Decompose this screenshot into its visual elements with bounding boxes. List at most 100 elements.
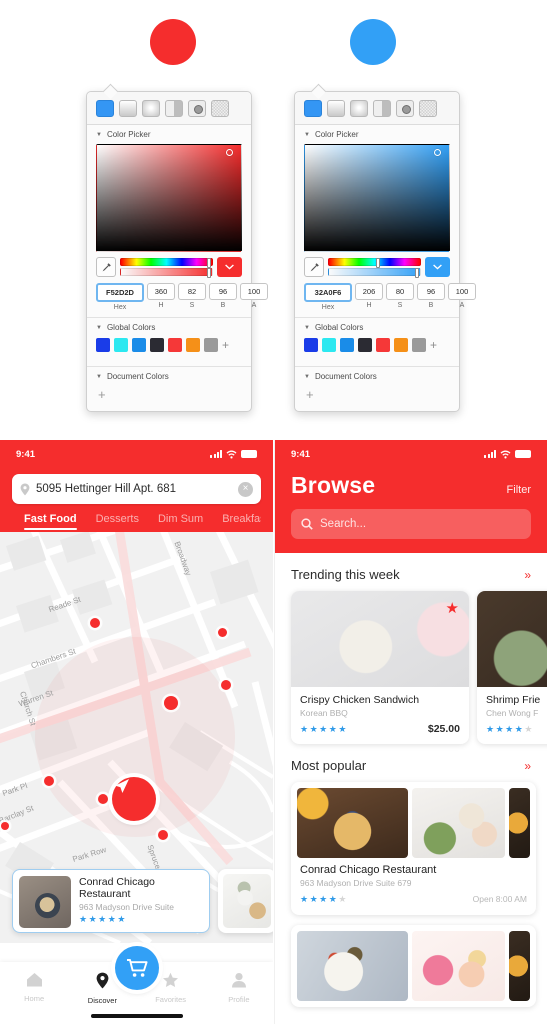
global-swatch[interactable]: [150, 338, 164, 352]
global-swatch[interactable]: [412, 338, 426, 352]
add-document-color-button[interactable]: +: [295, 386, 459, 411]
global-colors-section-header[interactable]: ▼ Global Colors: [295, 318, 459, 337]
global-swatch[interactable]: [96, 338, 110, 352]
food-card[interactable]: ★ Crispy Chicken Sandwich Korean BBQ ★ ★ ★…: [291, 591, 469, 744]
hue-slider[interactable]: [328, 258, 421, 268]
hue-handle[interactable]: [376, 258, 381, 268]
browse-content[interactable]: Trending this week » ★ Crispy Chicken Sa…: [275, 553, 547, 1024]
angular-gradient-tab[interactable]: [373, 100, 391, 117]
pattern-fill-tab[interactable]: [396, 100, 414, 117]
see-more-chevron-icon[interactable]: »: [524, 568, 531, 582]
sv-handle[interactable]: [226, 149, 233, 156]
alpha-handle[interactable]: [207, 268, 211, 278]
hue-value[interactable]: 206: [355, 283, 383, 300]
map-pin-dot[interactable]: [164, 696, 178, 710]
noise-fill-tab[interactable]: [419, 100, 437, 117]
sidebar-item-profile[interactable]: Profile: [216, 972, 262, 1004]
brightness-value[interactable]: 96: [209, 283, 237, 300]
filter-button[interactable]: Filter: [507, 484, 531, 496]
global-swatch[interactable]: [358, 338, 372, 352]
alpha-slider[interactable]: [328, 268, 421, 278]
saturation-brightness-area[interactable]: [96, 144, 242, 252]
sv-handle[interactable]: [434, 149, 441, 156]
saturation-field[interactable]: 80 S: [386, 283, 414, 311]
pattern-fill-tab[interactable]: [188, 100, 206, 117]
food-card[interactable]: Shrimp Frie Chen Wong F ★ ★ ★ ★ ★: [477, 591, 547, 744]
hue-handle[interactable]: [207, 258, 211, 268]
most-popular-carousel-row2[interactable]: [275, 925, 547, 1007]
color-picker-section-header[interactable]: ▼ Color Picker: [87, 125, 251, 144]
noise-fill-tab[interactable]: [211, 100, 229, 117]
cart-fab-button[interactable]: [114, 946, 159, 990]
global-colors-section-header[interactable]: ▼ Global Colors: [87, 318, 251, 337]
map-pin-dot[interactable]: [1, 822, 9, 830]
add-global-color-button[interactable]: +: [430, 339, 437, 351]
address-search-bar[interactable]: 5095 Hettinger Hill Apt. 681 ×: [12, 474, 261, 504]
global-swatch[interactable]: [132, 338, 146, 352]
current-color-dropdown[interactable]: [425, 257, 450, 277]
solid-color-tab[interactable]: [96, 100, 114, 117]
restaurant-card[interactable]: [291, 925, 536, 1007]
global-swatch[interactable]: [340, 338, 354, 352]
linear-gradient-tab[interactable]: [119, 100, 137, 117]
brightness-field[interactable]: 96 B: [209, 283, 237, 311]
map-pin-dot[interactable]: [221, 680, 231, 690]
hex-value[interactable]: 32A0F6: [304, 283, 352, 302]
alpha-field[interactable]: 100 A: [240, 283, 268, 311]
hex-field[interactable]: 32A0F6 Hex: [304, 283, 352, 311]
hue-slider[interactable]: [120, 258, 213, 268]
user-location-marker[interactable]: [112, 777, 156, 821]
add-document-color-button[interactable]: +: [87, 386, 251, 411]
alpha-value[interactable]: 100: [240, 283, 268, 300]
most-popular-carousel[interactable]: Conrad Chicago Restaurant 963 Madyson Dr…: [275, 782, 547, 915]
global-swatch[interactable]: [322, 338, 336, 352]
map-result-card-next[interactable]: [218, 869, 273, 933]
document-colors-section-header[interactable]: ▼ Document Colors: [295, 367, 459, 386]
alpha-field[interactable]: 100 A: [448, 283, 476, 311]
map-pin-dot[interactable]: [44, 776, 54, 786]
hex-value[interactable]: F52D2D: [96, 283, 144, 302]
see-more-chevron-icon[interactable]: »: [524, 759, 531, 773]
hue-field[interactable]: 360 H: [147, 283, 175, 311]
map-result-carousel[interactable]: Conrad Chicago Restaurant 963 Madyson Dr…: [0, 869, 273, 933]
clear-search-icon[interactable]: ×: [238, 481, 253, 497]
map-pin-dot[interactable]: [218, 628, 227, 637]
alpha-value[interactable]: 100: [448, 283, 476, 300]
category-tab-breakfast[interactable]: Breakfast: [222, 513, 261, 532]
global-swatch[interactable]: [304, 338, 318, 352]
global-swatch[interactable]: [186, 338, 200, 352]
category-tab-desserts[interactable]: Desserts: [96, 513, 139, 532]
map-pin-dot[interactable]: [90, 618, 100, 628]
sidebar-item-home[interactable]: Home: [11, 972, 57, 1003]
map-result-card[interactable]: Conrad Chicago Restaurant 963 Madyson Dr…: [12, 869, 210, 933]
saturation-brightness-area[interactable]: [304, 144, 450, 252]
color-picker-section-header[interactable]: ▼ Color Picker: [295, 125, 459, 144]
angular-gradient-tab[interactable]: [165, 100, 183, 117]
trending-carousel[interactable]: ★ Crispy Chicken Sandwich Korean BBQ ★ ★ ★…: [275, 591, 547, 744]
saturation-value[interactable]: 82: [178, 283, 206, 300]
radial-gradient-tab[interactable]: [142, 100, 160, 117]
category-tab-fast-food[interactable]: Fast Food: [24, 513, 77, 532]
hue-field[interactable]: 206 H: [355, 283, 383, 311]
brightness-field[interactable]: 96 B: [417, 283, 445, 311]
category-tab-dim-sum[interactable]: Dim Sum: [158, 513, 203, 532]
saturation-field[interactable]: 82 S: [178, 283, 206, 311]
alpha-slider[interactable]: [120, 268, 213, 278]
global-swatch[interactable]: [114, 338, 128, 352]
add-global-color-button[interactable]: +: [222, 339, 229, 351]
map-canvas[interactable]: Reade St Chambers St Warren St Church St…: [0, 532, 273, 943]
global-swatch[interactable]: [394, 338, 408, 352]
brightness-value[interactable]: 96: [417, 283, 445, 300]
eyedropper-button[interactable]: [304, 257, 324, 277]
document-colors-section-header[interactable]: ▼ Document Colors: [87, 367, 251, 386]
saturation-value[interactable]: 80: [386, 283, 414, 300]
search-input[interactable]: Search...: [291, 509, 531, 539]
radial-gradient-tab[interactable]: [350, 100, 368, 117]
hue-value[interactable]: 360: [147, 283, 175, 300]
restaurant-card[interactable]: Conrad Chicago Restaurant 963 Madyson Dr…: [291, 782, 536, 915]
map-pin-dot[interactable]: [158, 830, 168, 840]
eyedropper-button[interactable]: [96, 257, 116, 277]
linear-gradient-tab[interactable]: [327, 100, 345, 117]
map-pin-dot[interactable]: [98, 794, 108, 804]
global-swatch[interactable]: [204, 338, 218, 352]
